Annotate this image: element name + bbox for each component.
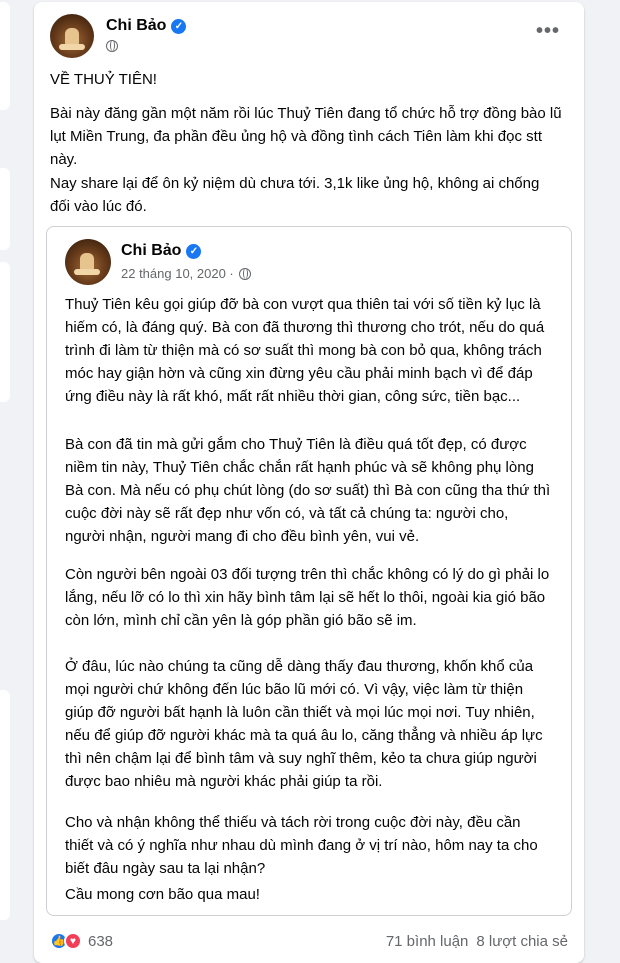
left-gutter [0,0,14,963]
shared-avatar[interactable] [65,239,111,285]
reaction-count[interactable]: 638 [88,933,113,950]
verified-badge-icon: ✓ [171,18,187,34]
shared-author-row: Chi Bảo ✓ [121,242,202,260]
shared-post-date[interactable]: 22 tháng 10, 2020 · [121,266,234,281]
post-paragraph: Nay share lại để ôn kỷ niệm dù chưa tới.… [50,175,540,215]
more-options-icon[interactable]: ••• [536,21,560,41]
post-meta [106,40,118,52]
shared-post[interactable]: Chi Bảo ✓ 22 tháng 10, 2020 · Thuỷ Tiên … [46,226,572,916]
shared-paragraph: Bà con đã tin mà gửi gắm cho Thuỷ Tiên l… [65,436,551,545]
left-card [0,262,10,402]
feed-post: Chi Bảo ✓ ••• VỀ THUỶ TIÊN! Bài này đăng… [34,2,584,963]
post-stats: 71 bình luận 8 lượt chia sẻ [386,933,568,950]
shared-paragraph: Cho và nhận không thể thiếu và tách rời … [65,814,538,877]
love-reaction-icon: ♥ [64,932,82,950]
shared-paragraph: Còn người bên ngoài 03 đối tượng trên th… [65,566,550,629]
reactions[interactable]: 👍 ♥ 638 [50,932,113,950]
shared-paragraph: Cầu mong cơn bão qua mau! [65,886,260,903]
left-card [0,690,10,920]
author-row: Chi Bảo ✓ [106,17,187,35]
post-paragraph: Bài này đăng gần một năm rồi lúc Thuỷ Ti… [50,105,562,168]
shared-post-header: Chi Bảo ✓ 22 tháng 10, 2020 · [65,239,555,289]
left-card [0,168,10,250]
post-title-line: VỀ THUỶ TIÊN! [50,71,157,88]
shared-paragraph: Thuỷ Tiên kêu gọi giúp đỡ bà con vượt qu… [65,296,545,405]
share-count[interactable]: 8 lượt chia sẻ [476,933,568,950]
verified-badge-icon: ✓ [186,243,202,259]
shared-post-meta: 22 tháng 10, 2020 · [121,266,251,281]
post-header: Chi Bảo ✓ ••• [50,14,568,64]
avatar[interactable] [50,14,94,58]
left-card [0,2,10,110]
globe-icon[interactable] [106,40,118,52]
author-name[interactable]: Chi Bảo [106,17,166,35]
post-footer: 👍 ♥ 638 71 bình luận 8 lượt chia sẻ [50,926,568,956]
shared-author-name[interactable]: Chi Bảo [121,242,181,260]
shared-paragraph: Ở đâu, lúc nào chúng ta cũng dễ dàng thấ… [65,658,543,790]
globe-icon [238,267,251,280]
comment-count[interactable]: 71 bình luận [386,933,469,950]
